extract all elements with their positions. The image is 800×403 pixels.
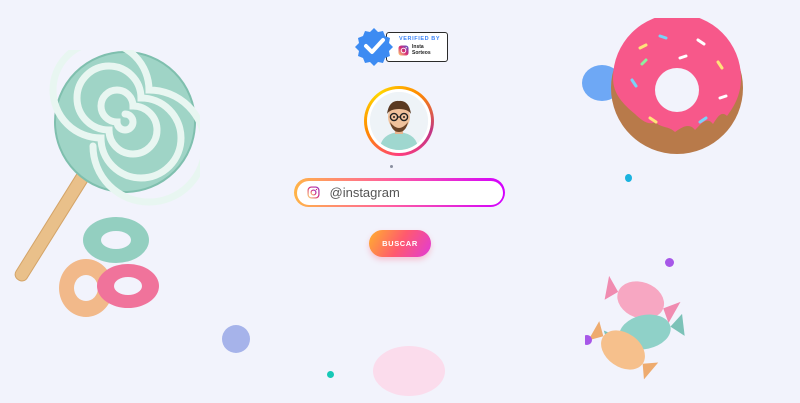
search-field-inner xyxy=(296,180,503,205)
verified-card: VERIFIED BY Insta Sorteos xyxy=(386,32,448,62)
brand-name: Insta Sorteos xyxy=(412,44,431,56)
candy-cluster-illustration xyxy=(585,275,685,380)
instagram-icon xyxy=(398,45,409,56)
verified-badge: VERIFIED BY Insta Sorteos xyxy=(354,26,448,66)
search-button[interactable]: BUSCAR xyxy=(369,230,431,257)
avatar-frame xyxy=(367,89,431,153)
cartoon-avatar-icon xyxy=(370,92,428,150)
instagram-search-field xyxy=(294,178,505,207)
verified-check-icon xyxy=(355,28,393,66)
teal-dot-decoration xyxy=(625,174,632,182)
avatar xyxy=(364,86,434,156)
avatar-image xyxy=(370,92,428,150)
pink-blob-decoration xyxy=(373,346,445,396)
gummy-rings-illustration xyxy=(59,217,159,317)
teal-small-dot-decoration xyxy=(327,371,334,378)
instagram-username-input[interactable] xyxy=(329,180,490,205)
brand-line-2: Sorteos xyxy=(412,49,431,56)
purple-dot-decoration xyxy=(665,258,674,267)
separator-dot xyxy=(390,165,393,168)
instagram-icon xyxy=(306,185,320,199)
donut-illustration xyxy=(582,18,743,154)
verified-label: VERIFIED BY xyxy=(399,36,441,42)
lavender-blob-decoration xyxy=(222,325,250,353)
